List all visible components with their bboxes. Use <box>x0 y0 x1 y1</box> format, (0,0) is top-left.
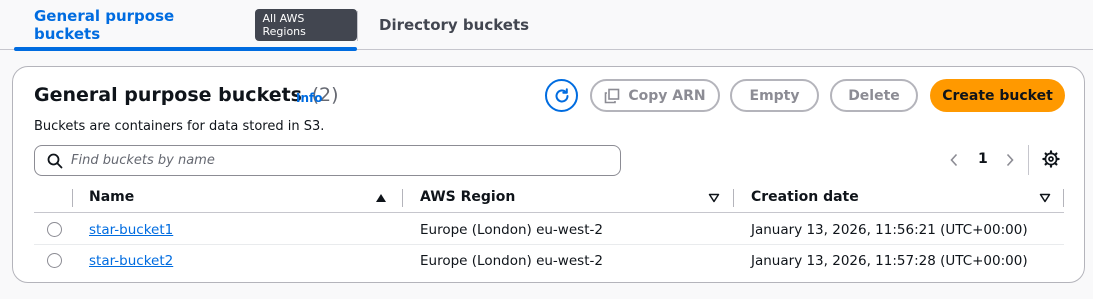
sort-descending-icon[interactable] <box>1039 193 1051 203</box>
chevron-left-icon <box>950 153 958 167</box>
bucket-name-link[interactable]: star-bucket1 <box>89 222 173 238</box>
next-page-button[interactable] <box>1003 150 1017 170</box>
column-header-name[interactable]: Name <box>89 189 134 205</box>
column-divider[interactable] <box>1063 189 1064 207</box>
search-icon <box>47 153 63 168</box>
column-header-creation-date[interactable]: Creation date <box>751 189 859 205</box>
copy-arn-button[interactable]: Copy ARN <box>590 79 720 112</box>
search-input[interactable] <box>71 153 591 168</box>
delete-button[interactable]: Delete <box>830 79 918 112</box>
page-description: Buckets are containers for data stored i… <box>34 119 325 134</box>
table-row: star-bucket1 Europe (London) eu-west-2 J… <box>34 214 1064 245</box>
title-text: General purpose buckets <box>34 84 302 106</box>
gear-icon <box>1042 150 1060 168</box>
sort-ascending-icon[interactable] <box>375 193 387 203</box>
tab-general-label: General purpose buckets <box>34 7 175 43</box>
column-divider[interactable] <box>733 189 734 207</box>
copy-icon <box>604 88 620 104</box>
empty-button[interactable]: Empty <box>730 79 819 112</box>
row-select-radio[interactable] <box>47 222 62 237</box>
sort-descending-icon[interactable] <box>708 193 720 203</box>
column-header-region[interactable]: AWS Region <box>420 189 515 205</box>
refresh-button[interactable] <box>545 79 578 112</box>
bucket-creation-date: January 13, 2026, 11:57:28 (UTC+00:00) <box>751 253 1028 269</box>
page-number-1[interactable]: 1 <box>978 151 988 167</box>
page-title: General purpose buckets (2) <box>34 84 339 106</box>
bucket-creation-date: January 13, 2026, 11:56:21 (UTC+00:00) <box>751 222 1028 238</box>
bucket-region: Europe (London) eu-west-2 <box>420 253 603 269</box>
pagination-divider <box>1028 145 1029 175</box>
tab-divider <box>357 11 358 41</box>
row-select-radio[interactable] <box>47 253 62 268</box>
table-settings-button[interactable] <box>1041 149 1061 169</box>
tab-directory-buckets[interactable]: Directory buckets <box>379 0 529 50</box>
table-row: star-bucket2 Europe (London) eu-west-2 J… <box>34 245 1064 276</box>
column-divider[interactable] <box>402 189 403 207</box>
chevron-right-icon <box>1006 153 1014 167</box>
tab-directory-label: Directory buckets <box>379 16 530 34</box>
create-bucket-button[interactable]: Create bucket <box>930 79 1065 112</box>
buckets-container: General purpose buckets (2) Info Buckets… <box>12 66 1085 283</box>
previous-page-button[interactable] <box>947 150 961 170</box>
all-regions-badge: All AWS Regions <box>255 9 357 41</box>
bucket-region: Europe (London) eu-west-2 <box>420 222 603 238</box>
refresh-icon <box>555 87 568 102</box>
table-header: Name AWS Region Creation date <box>34 185 1064 213</box>
bucket-type-tabs: General purpose buckets All AWS Regions … <box>0 0 1093 51</box>
column-divider <box>72 189 73 207</box>
bucket-name-link[interactable]: star-bucket2 <box>89 253 173 269</box>
copy-arn-label: Copy ARN <box>628 87 706 104</box>
info-link[interactable]: Info <box>296 91 322 105</box>
search-field[interactable] <box>34 145 621 176</box>
tab-general-purpose-buckets[interactable]: General purpose buckets All AWS Regions <box>14 0 357 51</box>
